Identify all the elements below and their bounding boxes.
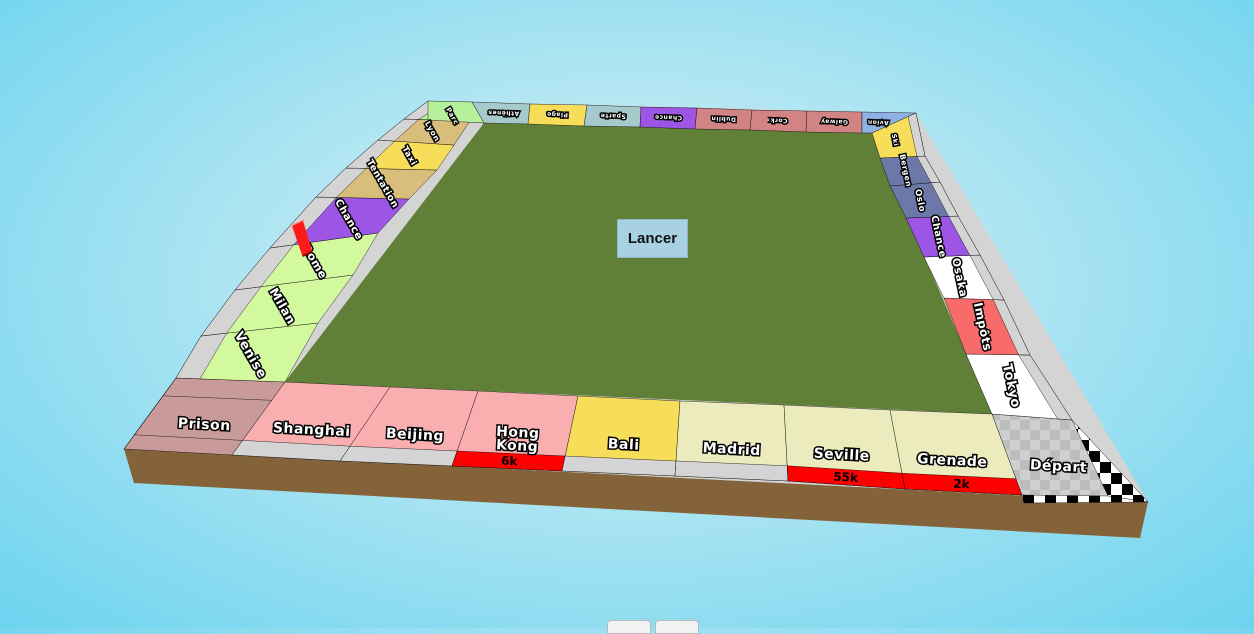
cell-label-4: Bali [607, 436, 640, 454]
cell-label-top-0: Athènes [488, 109, 519, 117]
cell-label-6: Seville [813, 446, 870, 465]
cell-label-top-6: Galway [820, 117, 848, 125]
bottom-tab-left[interactable] [607, 620, 651, 634]
cell-price: 6k [501, 454, 519, 469]
bottom-tab-right[interactable] [655, 620, 699, 634]
game-board: Prison Shanghai Beijing6kHongKong Bali Madri… [123, 100, 1149, 538]
cell-label-top-1: Plage [546, 110, 568, 118]
cell-label-top-3: Chance [654, 113, 682, 121]
cell-label-top-7: Avion [867, 118, 889, 126]
cell-price: 55k [833, 470, 859, 485]
roll-dice-button[interactable]: Lancer [617, 219, 688, 258]
cell-label-top-5: Cork [769, 116, 787, 124]
cell-label-3: HongKong [495, 424, 540, 456]
cell-label-top-4: Dublin [711, 115, 736, 123]
cell-label-top-2: Sparte [600, 112, 626, 120]
cell-price: 2k [953, 477, 971, 492]
cell-label-8: Départ [1029, 457, 1087, 476]
cell-label-5: Madrid [702, 440, 761, 459]
cell-label-2: Beijing [386, 426, 445, 445]
cell-label-0: Prison [177, 416, 231, 435]
